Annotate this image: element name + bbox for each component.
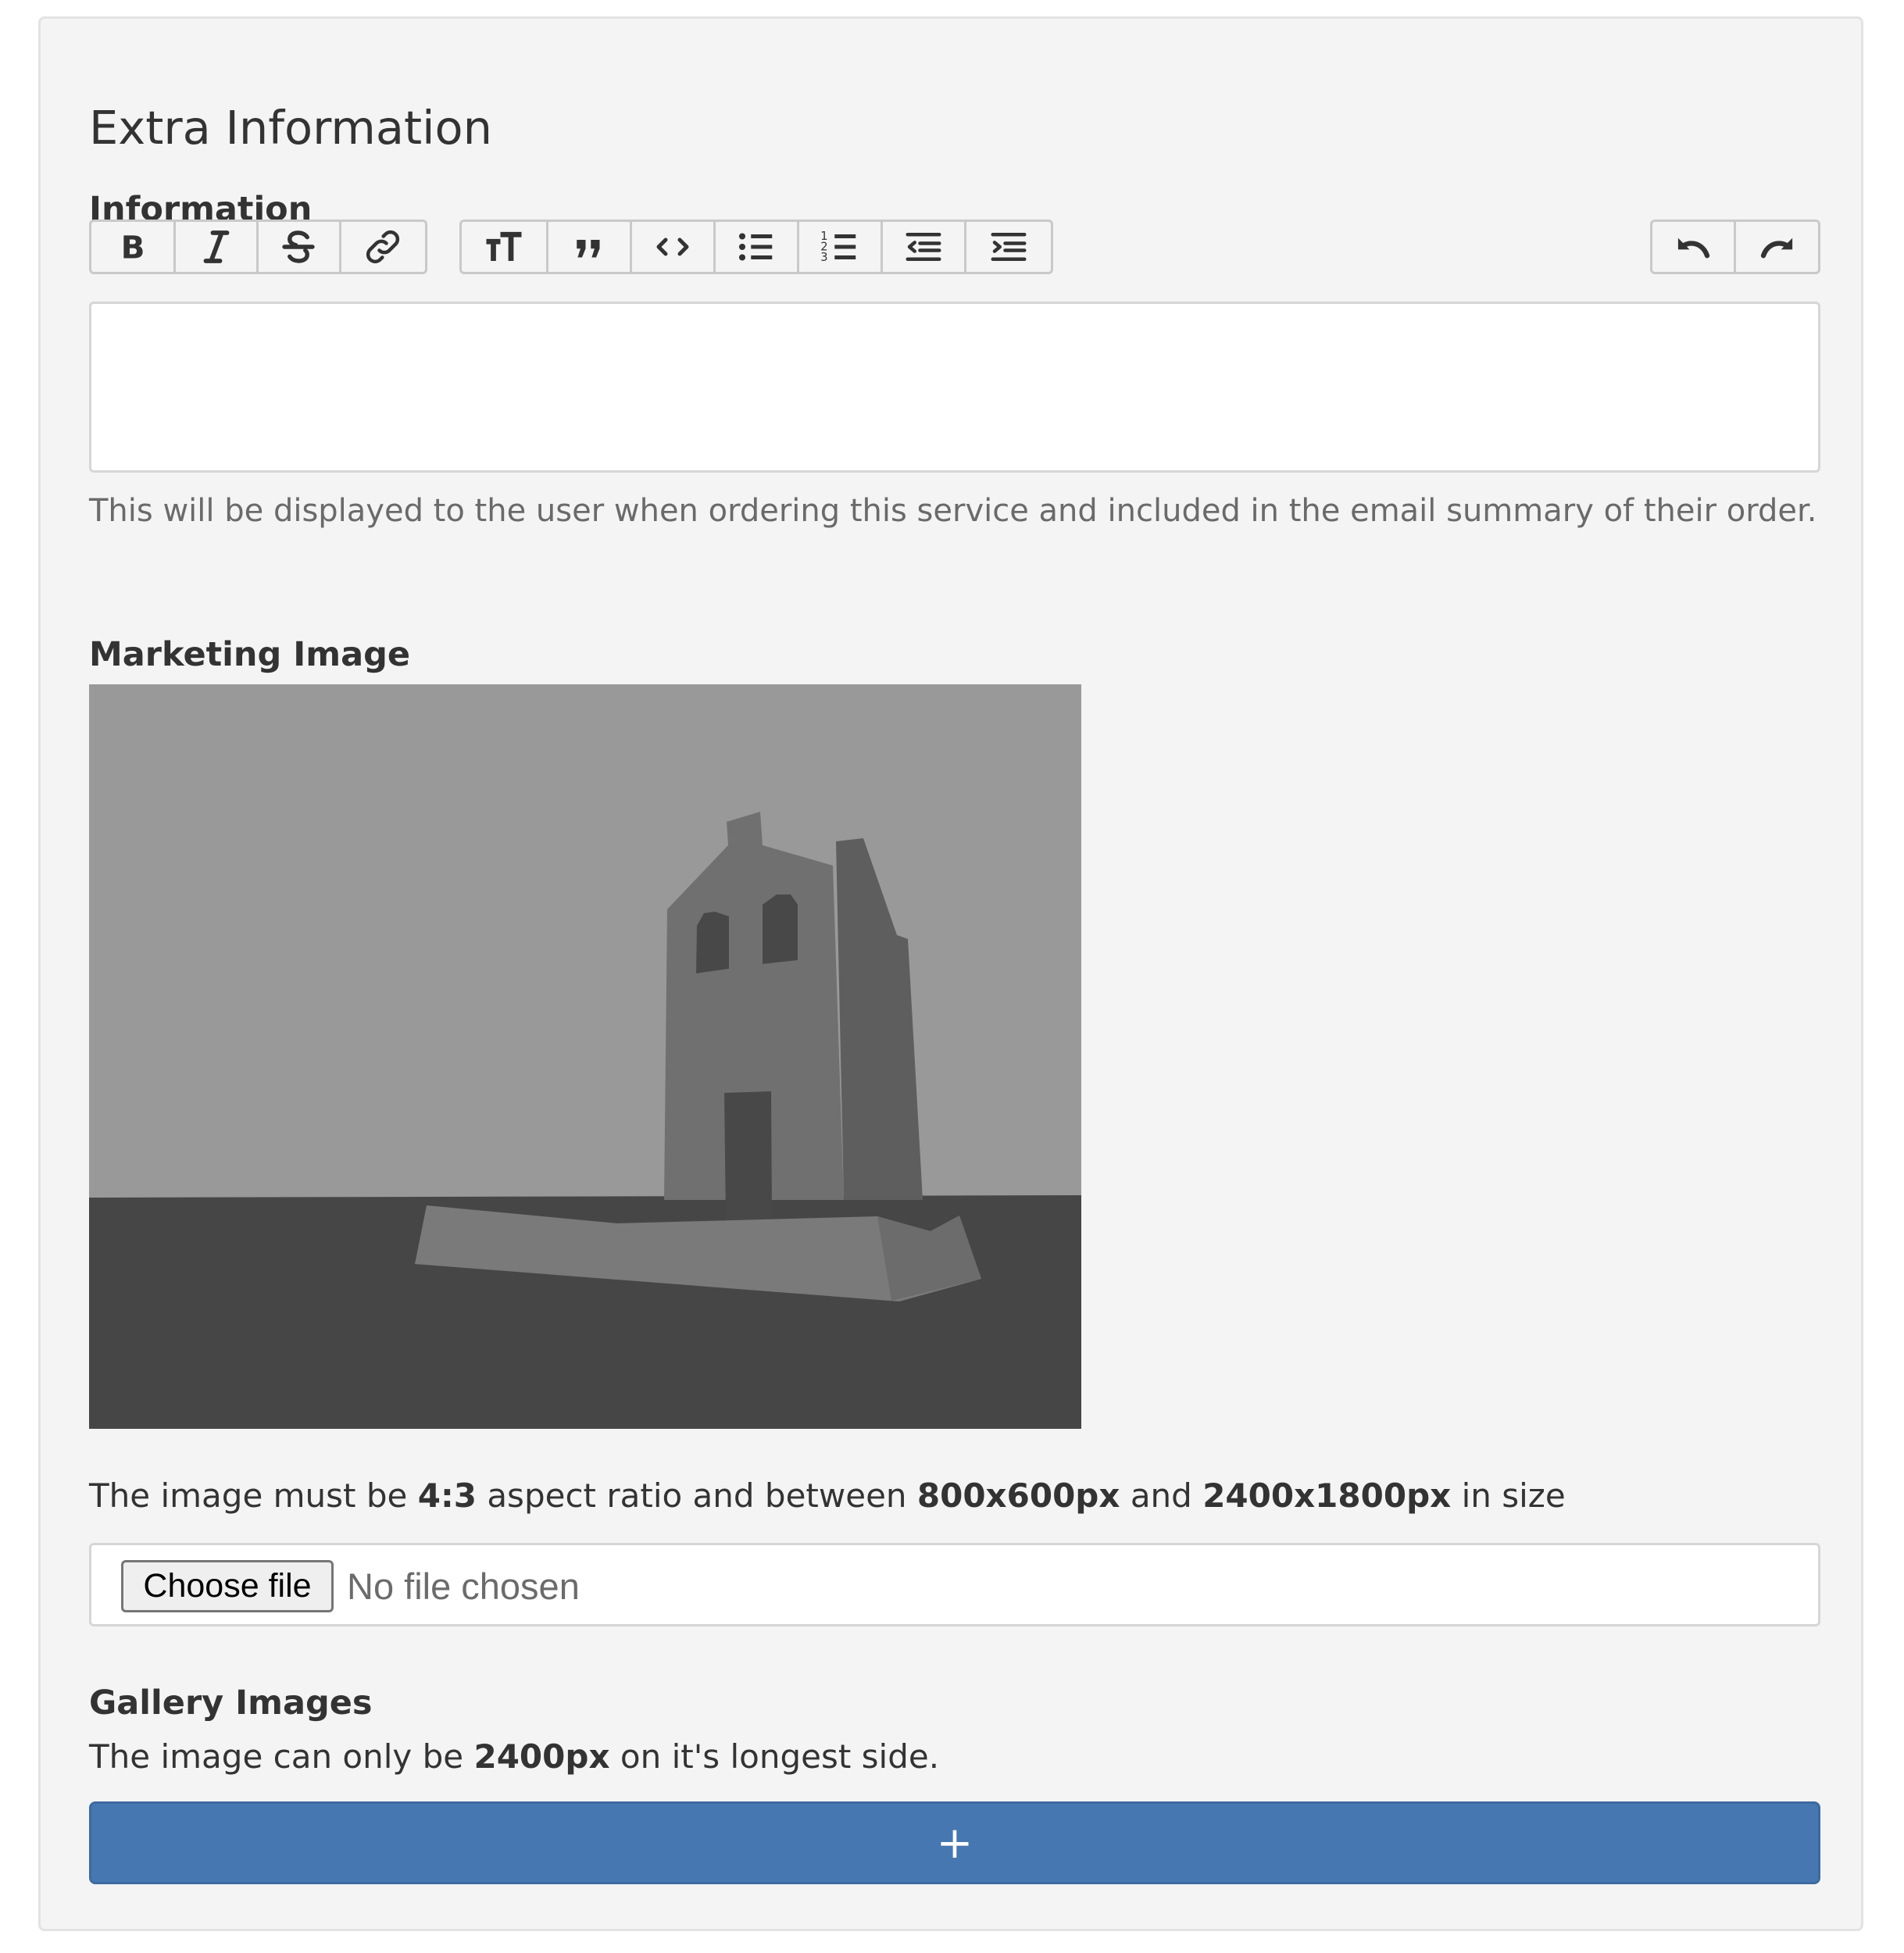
italic-button[interactable] — [176, 222, 259, 272]
extra-information-panel: Extra Information Information B 12 3 Thi… — [38, 16, 1863, 1931]
choose-file-button[interactable]: Choose file — [121, 1560, 334, 1612]
marketing-file-input[interactable]: Choose file No file chosen — [89, 1543, 1820, 1626]
information-help-text: This will be displayed to the user when … — [89, 493, 1817, 529]
quote-button[interactable] — [548, 222, 632, 272]
undo-icon — [1677, 237, 1710, 259]
bullet-list-button[interactable] — [716, 222, 799, 272]
outdent-button[interactable] — [883, 222, 966, 272]
marketing-req-and: and — [1120, 1476, 1203, 1515]
add-gallery-image-button[interactable]: + — [89, 1801, 1820, 1884]
bold-button[interactable]: B — [91, 222, 177, 272]
gallery-req-max: 2400px — [473, 1737, 610, 1776]
marketing-req-max-size: 2400x1800px — [1202, 1476, 1452, 1515]
code-button[interactable] — [632, 222, 716, 272]
italic-icon — [203, 230, 230, 263]
gallery-image-requirements: The image can only be 2400px on it's lon… — [89, 1741, 939, 1773]
information-editor[interactable] — [89, 302, 1820, 473]
indent-button[interactable] — [966, 222, 1051, 272]
numbered-list-button[interactable]: 123 — [799, 222, 883, 272]
redo-icon — [1760, 237, 1792, 259]
marketing-req-min-size: 800x600px — [916, 1476, 1120, 1515]
gallery-req-prefix: The image can only be — [89, 1737, 474, 1776]
bold-icon: B — [120, 229, 145, 266]
marketing-req-suffix: in size — [1451, 1476, 1566, 1515]
bullet-list-icon — [738, 233, 773, 261]
indent-icon — [991, 233, 1027, 261]
marketing-req-prefix: The image must be — [89, 1476, 418, 1515]
svg-text:B: B — [120, 229, 145, 266]
code-icon — [656, 237, 689, 256]
image-placeholder-icon — [89, 684, 1081, 1429]
redo-button[interactable] — [1736, 222, 1818, 272]
undo-button[interactable] — [1652, 222, 1737, 272]
quote-icon — [577, 240, 600, 258]
link-icon — [366, 230, 400, 264]
marketing-req-middle: aspect ratio and between — [476, 1476, 917, 1515]
marketing-image-label: Marketing Image — [89, 635, 411, 674]
strikethrough-button[interactable] — [259, 222, 341, 272]
marketing-image-requirements: The image must be 4:3 aspect ratio and b… — [89, 1480, 1566, 1512]
text-format-toolbar-group: B — [89, 220, 427, 274]
svg-text:3: 3 — [820, 251, 827, 264]
heading-icon — [486, 231, 522, 261]
history-toolbar-group — [1650, 220, 1820, 274]
block-format-toolbar-group: 123 — [459, 220, 1053, 274]
heading-button[interactable] — [462, 222, 548, 272]
gallery-images-label: Gallery Images — [89, 1683, 373, 1723]
numbered-list-icon: 123 — [820, 230, 856, 264]
marketing-req-ratio: 4:3 — [417, 1476, 477, 1515]
strikethrough-icon — [282, 230, 315, 263]
section-title: Extra Information — [89, 101, 493, 155]
outdent-icon — [906, 233, 941, 261]
gallery-req-suffix: on it's longest side. — [609, 1737, 940, 1776]
file-status-text: No file chosen — [347, 1566, 580, 1607]
link-button[interactable] — [341, 222, 425, 272]
